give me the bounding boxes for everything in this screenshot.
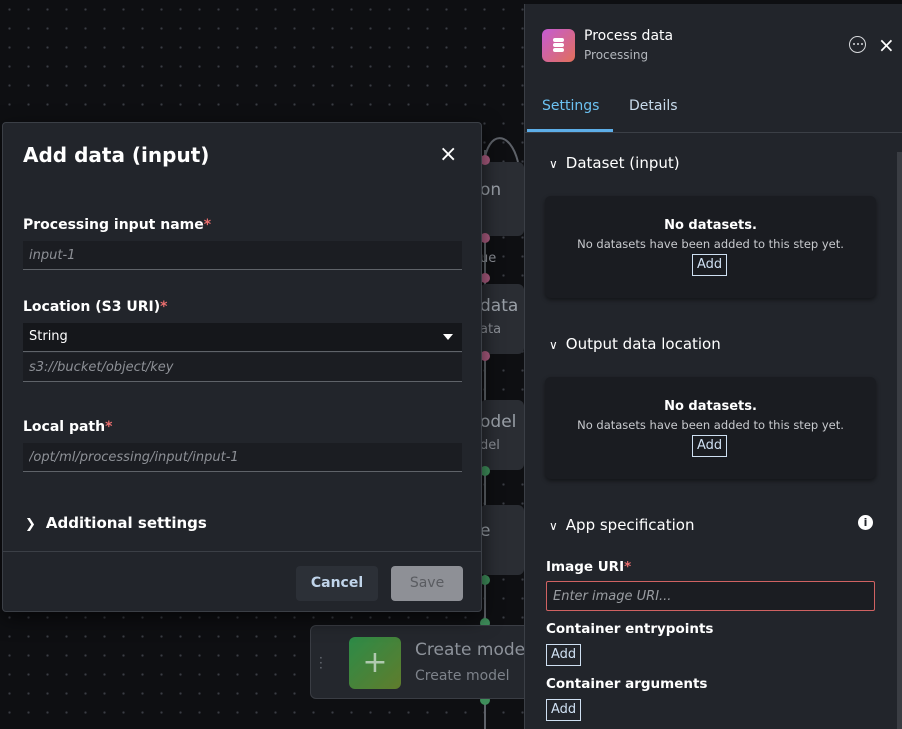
node-subtitle: Create model bbox=[415, 668, 510, 684]
caret-down-icon bbox=[443, 334, 453, 340]
dataset-empty-state: No datasets. No datasets have been added… bbox=[545, 196, 876, 298]
close-icon[interactable]: × bbox=[439, 144, 457, 166]
node-title: Create model bbox=[415, 640, 530, 660]
tab-divider bbox=[525, 132, 902, 133]
app-spec-section-title: App specification bbox=[565, 516, 695, 534]
dataset-section-title: Dataset (input) bbox=[565, 154, 680, 172]
required-marker: * bbox=[624, 559, 632, 575]
save-button[interactable]: Save bbox=[391, 566, 463, 601]
modal-divider bbox=[3, 551, 481, 552]
chevron-down-icon: ∨ bbox=[549, 157, 558, 171]
processing-input-name-field[interactable] bbox=[23, 241, 462, 270]
location-type-value: String bbox=[29, 329, 68, 344]
canvas-node-title: data bbox=[480, 296, 519, 316]
canvas-node-subtitle: ue bbox=[480, 251, 497, 266]
create-model-node[interactable]: · · · + Create model Create model bbox=[310, 625, 540, 699]
tab-settings[interactable]: Settings bbox=[542, 98, 599, 114]
canvas-node[interactable]: odel del bbox=[480, 400, 524, 470]
empty-title: No datasets. bbox=[664, 399, 757, 414]
chevron-down-icon: ∨ bbox=[549, 519, 558, 533]
empty-title: No datasets. bbox=[664, 218, 757, 233]
additional-settings-label: Additional settings bbox=[45, 514, 207, 532]
add-output-button[interactable]: Add bbox=[692, 435, 728, 457]
canvas-node[interactable]: data ata bbox=[480, 284, 524, 354]
output-section-toggle[interactable]: ∨ Output data location bbox=[549, 335, 721, 353]
location-label: Location (S3 URI)* bbox=[23, 299, 167, 315]
canvas-node-subtitle: ata bbox=[480, 322, 502, 337]
empty-description: No datasets have been added to this step… bbox=[577, 237, 844, 251]
local-path-field[interactable] bbox=[23, 443, 462, 472]
step-settings-panel: Process data Processing × Settings Detai… bbox=[524, 4, 902, 729]
input-name-label-text: Processing input name bbox=[23, 217, 204, 233]
output-section-title: Output data location bbox=[565, 335, 721, 353]
input-name-label: Processing input name* bbox=[23, 217, 211, 233]
image-uri-label: Image URI* bbox=[546, 559, 631, 575]
plus-icon: + bbox=[349, 637, 401, 689]
required-marker: * bbox=[105, 419, 113, 435]
location-label-text: Location (S3 URI) bbox=[23, 299, 161, 315]
container-arguments-label: Container arguments bbox=[546, 676, 708, 692]
panel-title: Process data bbox=[584, 28, 674, 44]
add-data-modal: Add data (input) × Processing input name… bbox=[2, 122, 482, 612]
empty-description: No datasets have been added to this step… bbox=[577, 418, 844, 432]
canvas-node-title: odel bbox=[480, 412, 517, 432]
info-icon[interactable]: i bbox=[858, 515, 873, 530]
local-path-label-text: Local path bbox=[23, 419, 106, 435]
cancel-button[interactable]: Cancel bbox=[296, 566, 378, 601]
additional-settings-toggle[interactable]: ❯ Additional settings bbox=[25, 514, 207, 532]
canvas-node-title: on bbox=[480, 180, 502, 200]
more-options-icon[interactable] bbox=[849, 36, 866, 53]
drag-handle-icon[interactable]: · · · bbox=[319, 652, 323, 674]
chevron-down-icon: ∨ bbox=[549, 338, 558, 352]
scrollbar[interactable] bbox=[897, 152, 902, 729]
chevron-right-icon: ❯ bbox=[25, 517, 36, 532]
canvas-node[interactable]: ue bbox=[480, 244, 524, 272]
required-marker: * bbox=[160, 299, 168, 315]
output-empty-state: No datasets. No datasets have been added… bbox=[545, 377, 876, 479]
tab-details[interactable]: Details bbox=[629, 98, 678, 114]
dataset-section-toggle[interactable]: ∨ Dataset (input) bbox=[549, 154, 680, 172]
canvas-node[interactable]: e bbox=[480, 505, 524, 575]
panel-subtitle: Processing bbox=[584, 48, 649, 62]
modal-title: Add data (input) bbox=[23, 143, 210, 167]
add-argument-button[interactable]: Add bbox=[546, 699, 582, 721]
database-icon bbox=[542, 29, 575, 62]
location-type-select[interactable]: String bbox=[23, 323, 462, 352]
image-uri-label-text: Image URI bbox=[546, 559, 625, 575]
add-dataset-button[interactable]: Add bbox=[692, 254, 728, 276]
s3-uri-field[interactable] bbox=[23, 353, 462, 382]
close-icon[interactable]: × bbox=[878, 35, 895, 55]
canvas-node[interactable]: on bbox=[480, 162, 524, 236]
required-marker: * bbox=[203, 217, 212, 233]
local-path-label: Local path* bbox=[23, 419, 112, 435]
add-entrypoint-button[interactable]: Add bbox=[546, 644, 582, 666]
app-spec-section-toggle[interactable]: ∨ App specification bbox=[549, 516, 694, 534]
image-uri-field[interactable] bbox=[546, 581, 875, 611]
canvas-node-subtitle: del bbox=[480, 438, 500, 453]
container-entrypoints-label: Container entrypoints bbox=[546, 621, 714, 637]
